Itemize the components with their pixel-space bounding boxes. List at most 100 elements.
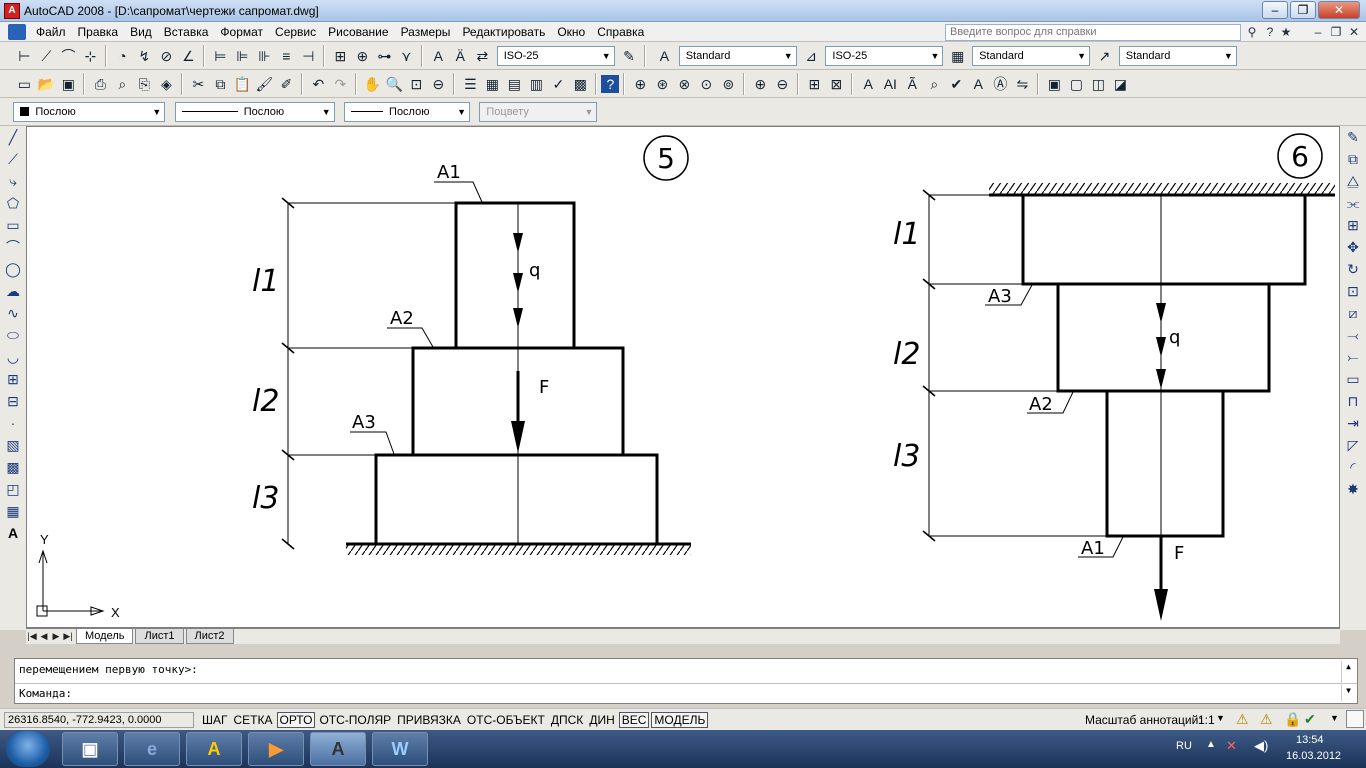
convert-space-icon[interactable]: ⇋	[1011, 73, 1033, 95]
dim-edit-icon[interactable]: A	[427, 45, 449, 67]
dim-style-manager-icon[interactable]: ✎	[618, 45, 640, 67]
zoom-out-icon[interactable]: ⊖	[771, 73, 793, 95]
properties-icon[interactable]: ☰	[459, 73, 481, 95]
center-mark-icon[interactable]: ⊕	[351, 45, 373, 67]
tab-model[interactable]: Модель	[76, 629, 134, 644]
table-icon[interactable]: ▦	[0, 500, 26, 522]
clock-date[interactable]: 16.03.2012	[1286, 750, 1341, 762]
text-style-icon[interactable]: A	[653, 45, 675, 67]
status-otrack[interactable]: ОТС-ОБЪЕКТ	[465, 713, 547, 729]
doc-restore-icon[interactable]: ❐	[1328, 24, 1344, 40]
rectangle-icon[interactable]: ▭	[0, 214, 26, 236]
zoom-previous-icon[interactable]: ⊖	[427, 73, 449, 95]
menu-view[interactable]: Вид	[124, 22, 158, 42]
dim-break-icon[interactable]: ⊣	[297, 45, 319, 67]
status-dyn[interactable]: ДИН	[587, 713, 616, 729]
trim-icon[interactable]: ⤙	[1340, 324, 1366, 346]
clean-screen-icon[interactable]	[1346, 710, 1364, 728]
annotation-scale-dropdown-icon[interactable]: ▼	[1216, 713, 1225, 723]
design-center-icon[interactable]: ▦	[481, 73, 503, 95]
zoom-all-icon[interactable]: ⊞	[803, 73, 825, 95]
line-icon[interactable]: ╱	[0, 126, 26, 148]
dim-style-icon[interactable]: ⊿	[800, 45, 822, 67]
open-icon[interactable]: 📂	[35, 73, 57, 95]
mtext-draw-icon[interactable]: A	[0, 522, 26, 544]
angular-icon[interactable]: ∠	[177, 45, 199, 67]
jogged-linear-icon[interactable]: ⋎	[395, 45, 417, 67]
match-properties-icon[interactable]: 🖌	[253, 73, 275, 95]
ordinate-icon[interactable]: ⊹	[79, 45, 101, 67]
lock-icon[interactable]: 🔒	[1284, 711, 1301, 728]
tool-palettes-icon[interactable]: ▤	[503, 73, 525, 95]
array-icon[interactable]: ⊞	[1340, 214, 1366, 236]
block-editor-icon[interactable]: ✐	[275, 73, 297, 95]
diameter-icon[interactable]: ⊘	[155, 45, 177, 67]
language-indicator[interactable]: RU	[1176, 740, 1192, 752]
plot-icon[interactable]: ⎙	[89, 73, 111, 95]
dim-style-select-2[interactable]: ISO-25 ▼	[825, 46, 944, 66]
spline-icon[interactable]: ∿	[0, 302, 26, 324]
lineweight-select[interactable]: Послою ▼	[344, 102, 471, 122]
color-select[interactable]: Послою ▼	[13, 102, 166, 122]
send-back-icon[interactable]: ▢	[1065, 73, 1087, 95]
find-icon[interactable]: ⌕	[923, 73, 945, 95]
tab-layout1[interactable]: Лист1	[135, 629, 184, 644]
send-under-icon[interactable]: ◪	[1109, 73, 1131, 95]
edit-text-icon[interactable]: Ã	[901, 73, 923, 95]
menu-help[interactable]: Справка	[591, 22, 650, 42]
jogged-icon[interactable]: ↯	[133, 45, 155, 67]
text-scale-icon[interactable]: A	[967, 73, 989, 95]
rotate-icon[interactable]: ↻	[1340, 258, 1366, 280]
status-snap[interactable]: ШАГ	[200, 713, 230, 729]
region-icon[interactable]: ◰	[0, 478, 26, 500]
menu-file[interactable]: Файл	[30, 22, 72, 42]
auto-scale-icon[interactable]: ⚠	[1260, 711, 1273, 728]
status-model[interactable]: МОДЕЛЬ	[651, 712, 709, 728]
zoom-object-icon[interactable]: ⊚	[717, 73, 739, 95]
annotation-visibility-icon[interactable]: ⚠	[1236, 711, 1249, 728]
paste-icon[interactable]: 📋	[231, 73, 253, 95]
join-icon[interactable]: ⇥	[1340, 412, 1366, 434]
scale-icon[interactable]: ⊡	[1340, 280, 1366, 302]
spell-icon[interactable]: ✔	[945, 73, 967, 95]
document-menu-icon[interactable]	[8, 24, 26, 40]
erase-icon[interactable]: ✎	[1340, 126, 1366, 148]
zoom-realtime-icon[interactable]: 🔍	[383, 73, 405, 95]
taskbar-word-icon[interactable]: W	[372, 732, 428, 766]
justify-icon[interactable]: Ⓐ	[989, 73, 1011, 95]
tab-next-icon[interactable]: ▶	[50, 629, 62, 643]
taskbar-autocad-icon[interactable]: A	[186, 732, 242, 766]
menu-draw[interactable]: Рисование	[322, 22, 394, 42]
copy-object-icon[interactable]: ⧉	[1340, 148, 1366, 170]
point-icon[interactable]: ·	[0, 412, 26, 434]
new-icon[interactable]: ▭	[13, 73, 35, 95]
hatch-icon[interactable]: ▧	[0, 434, 26, 456]
doc-minimize-icon[interactable]: –	[1310, 24, 1326, 40]
redo-icon[interactable]: ↷	[329, 73, 351, 95]
chamfer-icon[interactable]: ◸	[1340, 434, 1366, 456]
mtext-icon[interactable]: A	[857, 73, 879, 95]
annotation-scale-value[interactable]: 1:1	[1198, 713, 1215, 727]
arc-length-icon[interactable]: ⌒	[57, 45, 79, 67]
zoom-window2-icon[interactable]: ⊕	[629, 73, 651, 95]
text-style-select[interactable]: Standard ▼	[678, 46, 797, 66]
tab-prev-icon[interactable]: ◀	[38, 629, 50, 643]
arc-icon[interactable]: ⌒	[0, 236, 26, 258]
make-block-icon[interactable]: ⊟	[0, 390, 26, 412]
dim-update-icon[interactable]: ⇄	[471, 45, 493, 67]
table-style-icon[interactable]: ▦	[947, 45, 969, 67]
status-grid[interactable]: СЕТКА	[232, 713, 275, 729]
zoom-extents-icon[interactable]: ⊠	[825, 73, 847, 95]
start-button[interactable]	[6, 731, 50, 767]
tolerance-icon[interactable]: ⊞	[329, 45, 351, 67]
stretch-icon[interactable]: ⧄	[1340, 302, 1366, 324]
menu-window[interactable]: Окно	[551, 22, 591, 42]
gradient-icon[interactable]: ▩	[0, 456, 26, 478]
continue-icon[interactable]: ⊪	[253, 45, 275, 67]
move-icon[interactable]: ✥	[1340, 236, 1366, 258]
clock-time[interactable]: 13:54	[1296, 734, 1324, 746]
publish-icon[interactable]: ⎘	[133, 73, 155, 95]
multileader-style-icon[interactable]: ↗	[1093, 45, 1115, 67]
zoom-dynamic-icon[interactable]: ⊛	[651, 73, 673, 95]
dtext-icon[interactable]: AI	[879, 73, 901, 95]
